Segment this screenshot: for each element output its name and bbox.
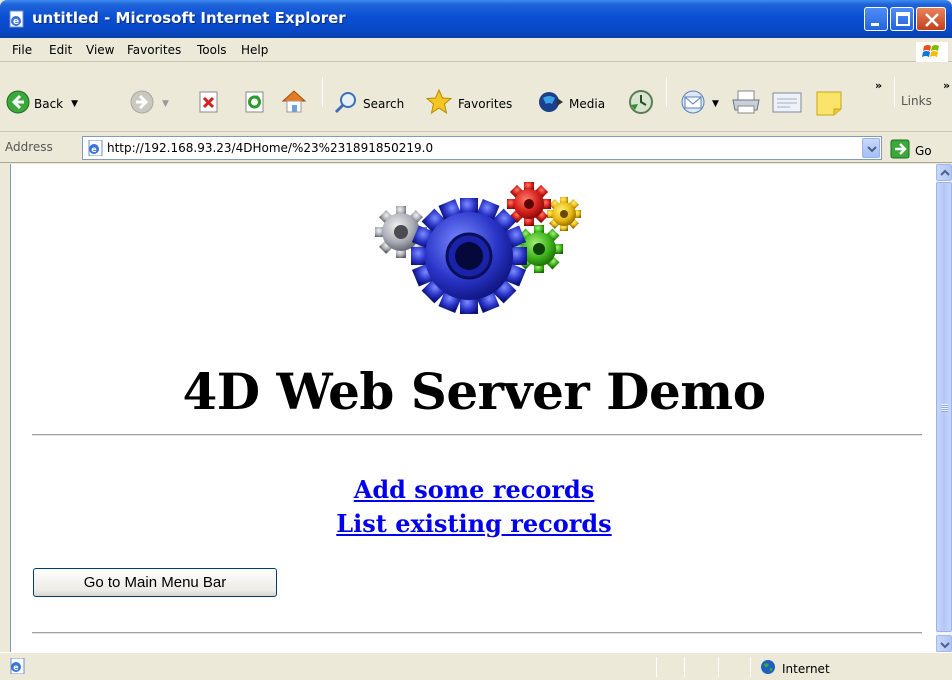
favorites-label: Favorites [458,96,513,111]
menu-tools[interactable]: Tools [197,43,227,57]
status-divider [684,657,685,677]
favorites-button[interactable]: Favorites [424,88,512,119]
page-content: 4D Web Server Demo Add some records List… [10,164,936,652]
scroll-grip-icon [941,404,948,412]
security-zone: Internet [760,659,830,678]
print-button[interactable] [730,88,762,119]
go-label: Go [915,143,932,158]
mail-icon [678,89,708,118]
maximize-button[interactable] [890,7,914,31]
status-divider [656,657,657,677]
search-button[interactable]: Search [333,90,404,117]
address-label: Address [5,140,53,154]
media-label: Media [569,96,606,111]
stop-icon [198,90,220,117]
refresh-icon [244,90,266,117]
toolbar-separator [666,77,667,107]
ie-page-icon: e [8,10,26,28]
messenger-button[interactable] [814,89,844,120]
search-icon [333,90,359,117]
menu-view[interactable]: View [86,43,114,57]
menu-favorites[interactable]: Favorites [127,43,181,57]
standard-toolbar: Back ▼ ▼ Search Favorites Media ▼ » Link… [0,63,952,132]
svg-text:e: e [13,663,19,672]
address-url: http://192.168.93.23/4DHome/%23%23189185… [107,141,434,155]
address-bar: Address e http://192.168.93.23/4DHome/%2… [0,133,952,163]
edit-page-icon [770,90,804,117]
menu-file[interactable]: File [12,43,32,57]
zone-label: Internet [782,661,830,676]
horizontal-rule [32,434,922,436]
history-clock-icon [627,89,655,118]
home-icon [280,88,308,117]
status-divider [750,657,751,677]
svg-text:e: e [13,17,19,27]
links-overflow-chevron-icon[interactable]: » [943,79,950,92]
windows-logo-icon [916,42,948,62]
sticky-note-icon [814,89,844,120]
menu-help[interactable]: Help [241,43,268,57]
history-button[interactable] [627,89,655,118]
forward-arrow-icon [130,90,154,117]
forward-dropdown-icon[interactable]: ▼ [162,99,169,109]
address-dropdown-button[interactable] [862,138,880,158]
toolbar-separator [894,77,895,107]
search-label: Search [363,96,405,111]
links-label[interactable]: Links [901,94,932,108]
svg-text:e: e [91,145,97,154]
globe-icon [760,659,776,678]
list-records-link[interactable]: List existing records [11,509,936,538]
mail-dropdown-icon[interactable]: ▼ [712,99,719,109]
edit-button[interactable] [770,90,804,117]
stop-button[interactable] [198,90,220,117]
page-title: 4D Web Server Demo [182,362,766,421]
toolbar-overflow-chevron-icon[interactable]: » [875,79,882,92]
go-arrow-icon [890,139,910,162]
mail-button[interactable]: ▼ [678,89,719,118]
back-arrow-icon [6,90,30,117]
ie-page-icon: e [86,139,104,159]
forward-button[interactable]: ▼ [130,90,169,117]
printer-icon [730,88,762,119]
scroll-up-button[interactable] [936,164,952,181]
scroll-down-button[interactable] [936,635,952,652]
back-button[interactable]: Back ▼ [6,90,78,117]
media-button[interactable]: Media [537,90,605,117]
window-title: untitled - Microsoft Internet Explorer [32,9,346,27]
media-icon [537,90,565,117]
star-icon [424,88,454,119]
back-label: Back [34,96,64,111]
back-dropdown-icon[interactable]: ▼ [71,99,78,109]
status-bar: e Internet [0,652,952,680]
close-button[interactable] [916,7,946,31]
home-button[interactable] [280,88,308,117]
menu-bar: File Edit View Favorites Tools Help [0,38,952,62]
add-records-link[interactable]: Add some records [11,475,936,504]
status-divider [718,657,719,677]
gears-logo [359,174,599,327]
address-input[interactable]: e http://192.168.93.23/4DHome/%23%231891… [82,136,882,160]
menu-edit[interactable]: Edit [49,43,72,57]
vertical-scrollbar[interactable] [936,164,952,652]
scroll-thumb[interactable] [936,182,952,632]
refresh-button[interactable] [244,90,266,117]
go-button[interactable]: Go [890,139,932,162]
toolbar-separator [322,77,323,107]
ie-page-icon: e [8,657,26,677]
title-bar: e untitled - Microsoft Internet Explorer [0,0,952,38]
main-menu-button[interactable]: Go to Main Menu Bar [33,568,277,597]
horizontal-rule [32,632,922,634]
minimize-button[interactable] [864,7,888,31]
